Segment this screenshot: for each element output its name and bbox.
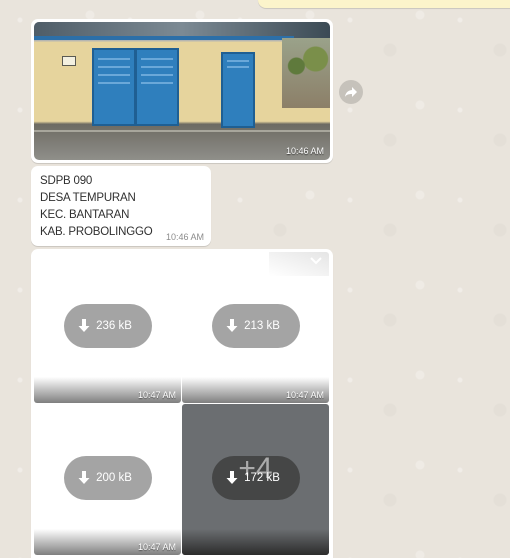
photo-door-right (221, 52, 255, 128)
album-tile[interactable]: 236 kB 10:47 AM (34, 252, 181, 403)
download-button[interactable]: 213 kB (212, 304, 300, 348)
tile-timestamp: 10:47 AM (137, 542, 176, 552)
photo-timestamp: 10:46 AM (285, 146, 324, 156)
photo-door-left (92, 48, 136, 126)
chevron-down-icon[interactable] (309, 256, 323, 266)
text-timestamp: 10:46 AM (165, 232, 204, 242)
photo-door-middle (135, 48, 179, 126)
album-tile[interactable]: 200 kB 10:47 AM (34, 404, 181, 555)
text-message[interactable]: SDPB 090 DESA TEMPURAN KEC. BANTARAN KAB… (31, 166, 211, 246)
album-message: 236 kB 10:47 AM 213 kB 10:47 AM 200 kB 1… (31, 249, 333, 558)
tile-timestamp: 10:47 AM (137, 390, 176, 400)
tile-timestamp: 10:47 AM (285, 390, 324, 400)
download-arrow-icon (226, 319, 238, 332)
outgoing-message-edge (258, 0, 510, 8)
download-button[interactable]: 236 kB (64, 304, 152, 348)
download-size: 200 kB (96, 472, 132, 484)
more-photos-count: +4 (238, 452, 273, 485)
download-arrow-icon (78, 319, 90, 332)
album-tile-more[interactable]: 172 kB +4 (182, 404, 329, 555)
download-button[interactable]: 200 kB (64, 456, 152, 500)
forward-button[interactable] (339, 80, 363, 104)
school-building-photo[interactable]: 10:46 AM (34, 22, 330, 160)
message-line-3: KEC. BANTARAN (40, 209, 130, 221)
message-line-1: SDPB 090 (40, 175, 93, 187)
photo-trees (282, 38, 330, 108)
tile-shade (182, 529, 329, 555)
album-tile[interactable]: 213 kB 10:47 AM (182, 252, 329, 403)
download-size: 236 kB (96, 320, 132, 332)
photo-sign (62, 56, 76, 66)
download-size: 213 kB (244, 320, 280, 332)
photo-floor (34, 130, 330, 132)
download-arrow-icon (78, 471, 90, 484)
forward-icon (345, 87, 357, 97)
message-line-2: DESA TEMPURAN (40, 192, 136, 204)
photo-roof-edge (34, 36, 294, 40)
photo-message[interactable]: 10:46 AM (31, 19, 333, 163)
